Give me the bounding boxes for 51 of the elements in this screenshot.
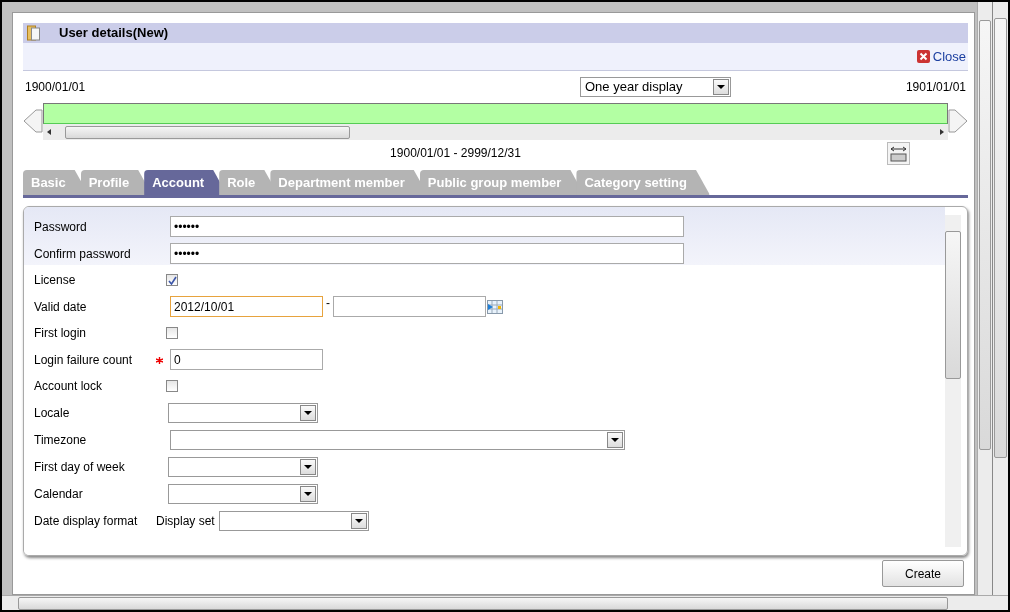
dialog-title: User details(New) xyxy=(59,24,169,43)
date-field[interactable] xyxy=(333,296,486,317)
timeline-start-date: 1900/01/01 xyxy=(25,79,86,96)
password-field[interactable]: •••••• xyxy=(170,216,684,237)
dropdown-select[interactable] xyxy=(168,456,318,477)
timeline-end-date: 1901/01/01 xyxy=(905,79,966,96)
field-sublabel: Display set xyxy=(156,512,215,530)
date-field[interactable]: 2012/10/01 xyxy=(170,296,323,317)
scroll-right-icon[interactable] xyxy=(940,129,944,135)
field-label: Calendar xyxy=(34,485,84,503)
field-label: Confirm password xyxy=(34,245,132,263)
dropdown-select[interactable] xyxy=(218,510,369,531)
horizontal-scrollbar[interactable] xyxy=(43,124,948,140)
close-link[interactable]: Close xyxy=(916,46,966,67)
dropdown-select[interactable] xyxy=(168,402,318,423)
fit-width-icon[interactable] xyxy=(887,142,910,165)
field-label: First login xyxy=(34,325,87,342)
dropdown-arrow-icon xyxy=(304,491,312,496)
dropdown-arrow-icon xyxy=(354,518,363,523)
vertical-scrollbar[interactable] xyxy=(977,2,992,595)
checkbox[interactable] xyxy=(166,380,178,392)
horizontal-scrollbar[interactable] xyxy=(2,595,1008,610)
dropdown-select[interactable] xyxy=(170,429,625,450)
dropdown-arrow-icon xyxy=(304,464,312,469)
field-label: Date display format xyxy=(34,512,139,530)
vertical-scrollbar[interactable] xyxy=(992,2,1008,595)
field-label: Account lock xyxy=(34,378,104,395)
dash-separator: - xyxy=(326,294,330,312)
count-field[interactable]: 0 xyxy=(170,349,323,370)
display-range-select[interactable]: One year display xyxy=(580,77,731,97)
date-range-text: 1900/01/01 - 2999/12/31 xyxy=(390,145,521,162)
dropdown-arrow-icon xyxy=(717,85,725,89)
dropdown-select[interactable] xyxy=(168,483,318,504)
scroll-left-icon[interactable] xyxy=(47,129,51,135)
field-label: Password xyxy=(34,218,88,236)
field-label: Login failure count xyxy=(34,351,134,369)
vertical-scrollbar[interactable] xyxy=(945,215,961,547)
password-field[interactable]: •••••• xyxy=(170,243,684,264)
checkbox[interactable] xyxy=(166,327,178,339)
create-button[interactable]: Create xyxy=(882,560,964,587)
document-icon xyxy=(27,25,41,41)
field-label: First day of week xyxy=(34,458,126,476)
close-icon xyxy=(916,50,930,63)
dropdown-arrow-icon xyxy=(611,437,619,442)
checkbox[interactable] xyxy=(166,274,178,286)
field-label: Valid date xyxy=(34,298,88,316)
field-label: Timezone xyxy=(34,431,88,449)
calendar-icon[interactable] xyxy=(487,299,503,314)
dropdown-arrow-icon xyxy=(304,410,312,415)
field-label: License xyxy=(34,272,77,289)
field-label: Locale xyxy=(34,404,71,422)
